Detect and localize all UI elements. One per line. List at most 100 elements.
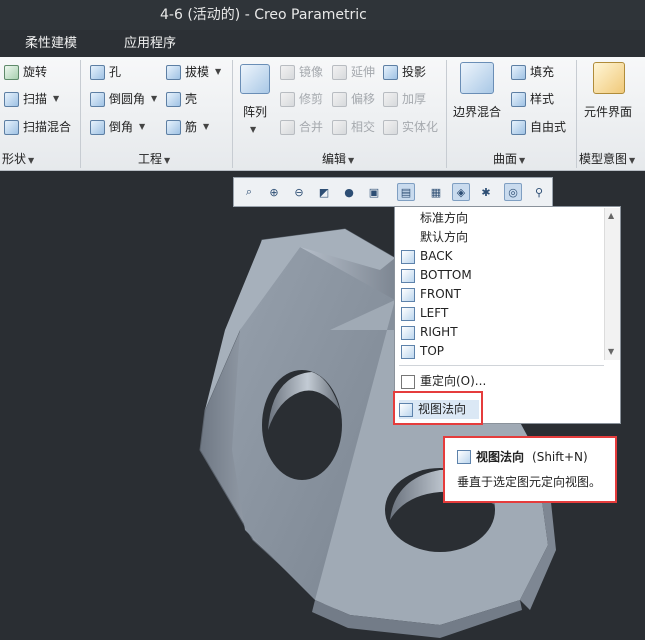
round-button[interactable]: 倒圆角 ▼ (90, 89, 157, 109)
extend-icon (332, 64, 347, 80)
intersect-button[interactable]: 相交 (332, 117, 375, 137)
view-normal-icon (457, 449, 471, 464)
swept-blend-button[interactable]: 扫描混合 (4, 117, 71, 137)
swept-blend-icon (4, 119, 19, 135)
divider (80, 60, 81, 168)
revolve-icon (4, 64, 19, 80)
zoom-in-icon[interactable]: ⊕ (265, 183, 283, 201)
scroll-down-icon[interactable]: ▼ (608, 347, 614, 356)
cube-icon (401, 287, 415, 302)
hole-button[interactable]: 孔 (90, 62, 121, 82)
style-icon (511, 91, 526, 107)
shell-icon (166, 91, 181, 107)
divider (232, 60, 233, 168)
offset-button[interactable]: 偏移 (332, 89, 375, 109)
draft-button[interactable]: 拔模 ▼ (166, 62, 221, 82)
freestyle-button[interactable]: 自由式 (511, 117, 566, 137)
pattern-button[interactable]: 阵列 (243, 102, 267, 122)
trim-icon (280, 91, 295, 107)
group-label-shape[interactable]: 形状 ▼ (2, 150, 34, 168)
group-label-editing[interactable]: 编辑 ▼ (322, 150, 354, 168)
cube-icon (401, 344, 415, 359)
component-interface-icon[interactable] (593, 62, 625, 94)
highlight-box (393, 391, 483, 425)
cube-icon (401, 306, 415, 321)
trim-button[interactable]: 修剪 (280, 89, 323, 109)
chevron-down-icon: ▼ (139, 122, 146, 131)
view-normal-icon[interactable]: ▤ (397, 183, 415, 201)
solidify-button[interactable]: 实体化 (383, 117, 438, 137)
menu-applications[interactable]: 应用程序 (124, 30, 176, 57)
shell-button[interactable]: 壳 (166, 89, 197, 109)
solidify-icon (383, 119, 398, 135)
annotation-icon[interactable]: ⚲ (530, 183, 548, 201)
datum-display-icon[interactable]: ✱ (477, 183, 495, 201)
hole-icon (90, 64, 105, 80)
divider (399, 365, 604, 366)
revolve-button[interactable]: 旋转 (4, 62, 47, 82)
chevron-down-icon: ▼ (203, 122, 210, 131)
refit-icon[interactable]: ⌕ (240, 183, 258, 201)
merge-icon (280, 119, 295, 135)
group-label-surfaces[interactable]: 曲面 ▼ (493, 150, 525, 168)
spin-center-icon[interactable]: ◎ (504, 183, 522, 201)
repaint-icon[interactable]: ◩ (315, 183, 333, 201)
mirror-icon (280, 64, 295, 80)
saved-views-icon[interactable]: ▣ (365, 183, 383, 201)
boundary-blend-icon[interactable] (460, 62, 494, 94)
chamfer-icon (90, 119, 105, 135)
project-icon (383, 64, 398, 80)
menu-item-reorient[interactable]: 重定向(O)... (401, 372, 486, 391)
component-interface-button[interactable]: 元件界面 (584, 102, 632, 122)
group-label-engineering[interactable]: 工程 ▼ (138, 150, 170, 168)
tooltip: 视图法向 (Shift+N) 垂直于选定图元定向视图。 (443, 436, 617, 503)
window-title: 4-6 (活动的) - Creo Parametric (160, 7, 367, 23)
display-style-icon[interactable]: ● (340, 183, 358, 201)
menu-item-front[interactable]: FRONT (401, 285, 461, 304)
cube-icon (401, 325, 415, 340)
zoom-out-icon[interactable]: ⊖ (290, 183, 308, 201)
menu-item-right[interactable]: RIGHT (401, 323, 458, 342)
cube-icon (401, 249, 415, 264)
menu-item-default-orientation[interactable]: 默认方向 (420, 228, 468, 247)
draft-icon (166, 64, 181, 80)
project-button[interactable]: 投影 (383, 62, 426, 82)
divider (576, 60, 577, 168)
group-label-model-intent[interactable]: 模型意图 ▼ (579, 150, 635, 168)
title-bar: 4-6 (活动的) - Creo Parametric (0, 0, 645, 30)
style-button[interactable]: 样式 (511, 89, 554, 109)
thicken-button[interactable]: 加厚 (383, 89, 426, 109)
mirror-button[interactable]: 镜像 (280, 62, 323, 82)
cube-icon (401, 268, 415, 283)
layers-icon[interactable]: ◈ (452, 183, 470, 201)
merge-button[interactable]: 合并 (280, 117, 323, 137)
boundary-blend-button[interactable]: 边界混合 (453, 102, 501, 122)
extend-button[interactable]: 延伸 (332, 62, 375, 82)
menu-flexible-modeling[interactable]: 柔性建模 (25, 30, 77, 57)
chevron-down-icon: ▼ (215, 67, 222, 76)
menu-item-bottom[interactable]: BOTTOM (401, 266, 472, 285)
menu-item-top[interactable]: TOP (401, 342, 444, 361)
view-toolbar: ⌕ ⊕ ⊖ ◩ ● ▣ ▤ ▦ ◈ ✱ ◎ ⚲ (233, 177, 553, 207)
menu-item-left[interactable]: LEFT (401, 304, 448, 323)
freestyle-icon (511, 119, 526, 135)
pattern-icon[interactable] (240, 64, 270, 94)
menu-item-standard-orientation[interactable]: 标准方向 (420, 209, 468, 228)
rib-button[interactable]: 筋 ▼ (166, 117, 209, 137)
divider (446, 60, 447, 168)
scroll-up-icon[interactable]: ▲ (608, 211, 614, 220)
menu-item-back[interactable]: BACK (401, 247, 452, 266)
intersect-icon (332, 119, 347, 135)
chevron-down-icon: ▼ (151, 94, 158, 103)
sweep-icon (4, 91, 19, 107)
view-manager-icon[interactable]: ▦ (427, 183, 445, 201)
menu-scrollbar[interactable]: ▲ ▼ (604, 208, 620, 360)
fill-icon (511, 64, 526, 80)
round-icon (90, 91, 105, 107)
pattern-dropdown[interactable]: ▼ (248, 120, 256, 140)
fill-button[interactable]: 填充 (511, 62, 554, 82)
chamfer-button[interactable]: 倒角 ▼ (90, 117, 145, 137)
rib-icon (166, 119, 181, 135)
sweep-button[interactable]: 扫描 ▼ (4, 89, 59, 109)
chevron-down-icon: ▼ (53, 94, 60, 103)
